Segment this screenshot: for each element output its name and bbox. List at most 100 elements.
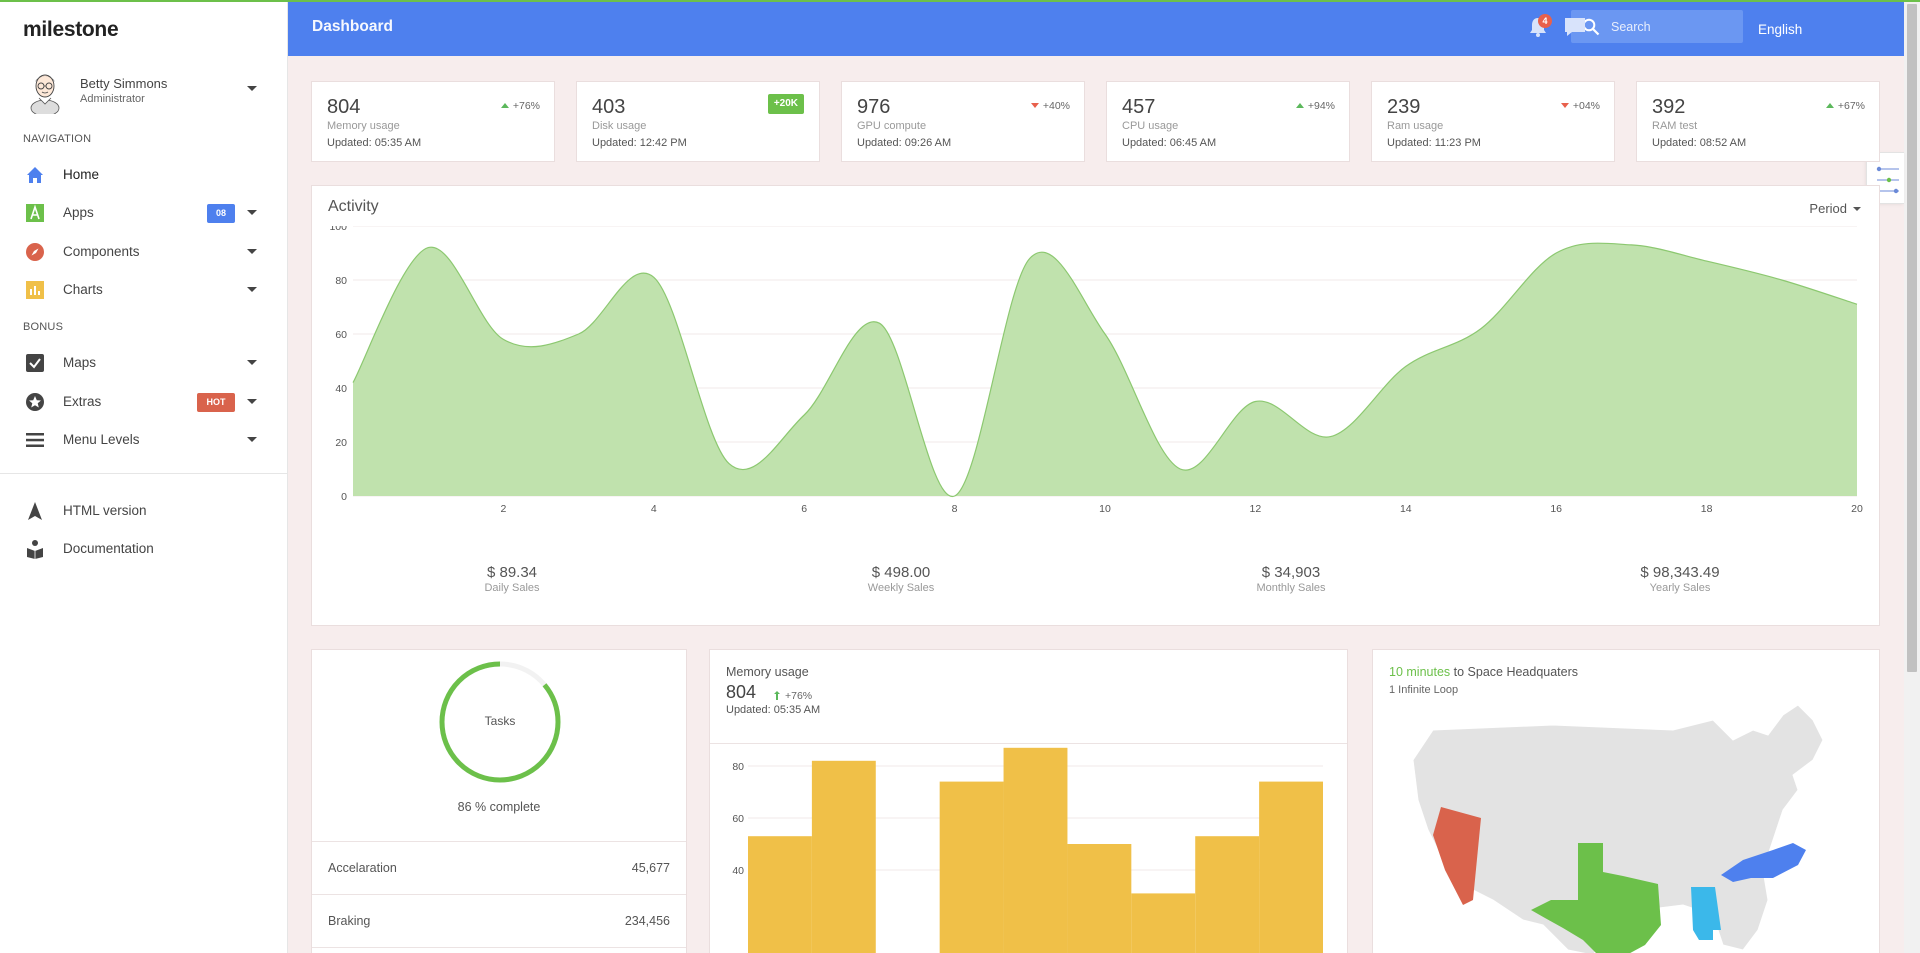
sidebar-item-label: Components bbox=[63, 244, 140, 259]
user-role: Administrator bbox=[80, 93, 145, 105]
chevron-down-icon bbox=[247, 399, 257, 404]
bar-9 bbox=[1259, 781, 1323, 953]
stat-change: +40% bbox=[1030, 100, 1070, 112]
section-label-navigation: NAVIGATION bbox=[23, 133, 92, 145]
chevron-down-icon[interactable] bbox=[247, 86, 257, 91]
sidebar: milestone Betty Simmons Administrator NA… bbox=[0, 0, 288, 953]
map-region-nevada bbox=[1433, 807, 1481, 905]
activity-area-chart: 0 20 40 60 80 100 2 4 6 8 10 12 14 16 18 20 bbox=[329, 226, 1863, 515]
chevron-down-icon bbox=[247, 360, 257, 365]
sidebar-item-documentation[interactable]: Documentation bbox=[0, 530, 288, 566]
map-title-highlight: 10 minutes bbox=[1389, 665, 1451, 679]
sidebar-divider bbox=[0, 473, 288, 474]
map-card: 10 minutes to Space Headquaters 1 Infini… bbox=[1372, 649, 1880, 953]
stat-label: CPU usage bbox=[1122, 120, 1179, 132]
navigation-arrow-icon bbox=[28, 502, 42, 520]
sidebar-item-extras[interactable]: Extras HOT bbox=[0, 383, 288, 419]
reader-icon bbox=[27, 540, 43, 559]
search-input[interactable] bbox=[1611, 17, 1731, 37]
stat-label: Disk usage bbox=[592, 120, 647, 132]
trend-up-icon bbox=[1295, 103, 1304, 108]
sidebar-item-label: Documentation bbox=[63, 541, 154, 556]
stat-pill-badge: +20K bbox=[767, 94, 804, 114]
tasks-label: Tasks bbox=[484, 714, 516, 728]
scrollbar-thumb[interactable] bbox=[1907, 4, 1917, 672]
chevron-down-icon bbox=[247, 210, 257, 215]
search-box[interactable] bbox=[1571, 10, 1743, 43]
stat-label: Memory usage bbox=[327, 120, 400, 132]
x-tick-label: 14 bbox=[1400, 503, 1412, 515]
section-label-bonus: BONUS bbox=[23, 321, 64, 333]
x-tick-label: 6 bbox=[801, 503, 807, 515]
bar-6 bbox=[1067, 844, 1132, 953]
memory-value: 804 bbox=[726, 682, 757, 702]
check-square-icon bbox=[26, 354, 44, 372]
x-tick-label: 20 bbox=[1851, 503, 1863, 515]
x-tick-label: 12 bbox=[1250, 503, 1262, 515]
area-series bbox=[353, 243, 1857, 497]
stat-card-memory-usage: 804 Memory usage Updated: 05:35 AM +76% bbox=[311, 81, 555, 162]
sidebar-item-label: Home bbox=[63, 167, 100, 182]
stat-change-value: +94% bbox=[1307, 100, 1335, 112]
x-tick-label: 16 bbox=[1550, 503, 1562, 515]
row-value: 45,677 bbox=[631, 861, 670, 875]
chevron-down-icon bbox=[1853, 207, 1861, 211]
trend-up-icon bbox=[1825, 103, 1834, 108]
notification-badge: 4 bbox=[1538, 14, 1552, 28]
stat-change-value: +76% bbox=[512, 100, 540, 112]
tasks-complete-text: 86 % complete bbox=[457, 800, 541, 814]
home-icon bbox=[27, 167, 43, 183]
sidebar-item-menu-levels[interactable]: Menu Levels bbox=[0, 421, 288, 457]
y-tick-label: 40 bbox=[335, 383, 347, 395]
table-row bbox=[312, 947, 686, 953]
star-icon bbox=[26, 393, 44, 411]
bar-2 bbox=[811, 760, 876, 953]
period-label: Period bbox=[1809, 201, 1847, 216]
summary-daily: $ 89.34 Daily Sales bbox=[412, 564, 612, 594]
stat-value: 457 bbox=[1122, 96, 1156, 118]
summary-value: $ 498.00 bbox=[871, 564, 931, 581]
stat-updated: Updated: 09:26 AM bbox=[857, 137, 952, 149]
stat-card-disk-usage: 403 Disk usage Updated: 12:42 PM +20K bbox=[576, 81, 820, 162]
sidebar-item-charts[interactable]: Charts bbox=[0, 271, 288, 307]
map-title-rest: to Space Headquaters bbox=[1450, 665, 1579, 679]
row-key: Accelaration bbox=[328, 861, 397, 875]
y-tick-label: 60 bbox=[732, 813, 744, 825]
sidebar-item-maps[interactable]: Maps bbox=[0, 344, 288, 380]
sidebar-item-label: Maps bbox=[63, 355, 97, 370]
stat-card-gpu-compute: 976 GPU compute Updated: 09:26 AM +40% bbox=[841, 81, 1085, 162]
sidebar-item-label: HTML version bbox=[63, 503, 147, 518]
stat-change-value: +67% bbox=[1837, 100, 1865, 112]
brand-logo[interactable]: milestone bbox=[23, 18, 119, 42]
sidebar-item-html-version[interactable]: HTML version bbox=[0, 492, 288, 528]
stat-change-value: +40% bbox=[1042, 100, 1070, 112]
stat-updated: Updated: 05:35 AM bbox=[327, 137, 422, 149]
x-tick-label: 2 bbox=[500, 503, 506, 515]
period-dropdown[interactable]: Period bbox=[1809, 201, 1861, 216]
chat-icon[interactable] bbox=[1564, 17, 1586, 37]
page-scrollbar[interactable] bbox=[1904, 0, 1920, 953]
top-header: Dashboard English bbox=[288, 2, 1904, 56]
bar-chart-icon bbox=[26, 281, 44, 299]
map-address: 1 Infinite Loop bbox=[1389, 684, 1459, 696]
user-name: Betty Simmons bbox=[80, 76, 168, 91]
language-selector[interactable]: English bbox=[1758, 22, 1802, 37]
memory-change: +76% bbox=[774, 690, 812, 702]
y-tick-label: 80 bbox=[732, 761, 744, 773]
stat-label: Ram usage bbox=[1387, 120, 1444, 132]
stat-updated: Updated: 11:23 PM bbox=[1387, 137, 1481, 149]
sidebar-item-components[interactable]: Components bbox=[0, 233, 288, 269]
apps-icon bbox=[26, 204, 44, 222]
bar-7 bbox=[1131, 893, 1196, 953]
bar-8 bbox=[1195, 836, 1260, 953]
summary-value: $ 34,903 bbox=[1261, 564, 1321, 581]
memory-usage-card: Memory usage 804 +76% Updated: 05:35 AM … bbox=[709, 649, 1348, 953]
x-tick-label: 18 bbox=[1701, 503, 1713, 515]
user-profile[interactable]: Betty Simmons Administrator bbox=[0, 66, 288, 126]
trend-down-icon bbox=[1030, 103, 1039, 108]
page-title: Dashboard bbox=[312, 18, 393, 35]
stat-updated: Updated: 12:42 PM bbox=[592, 137, 687, 149]
us-map bbox=[1412, 704, 1824, 953]
sidebar-item-apps[interactable]: Apps 08 bbox=[0, 194, 288, 230]
sidebar-item-home[interactable]: Home bbox=[0, 156, 288, 192]
